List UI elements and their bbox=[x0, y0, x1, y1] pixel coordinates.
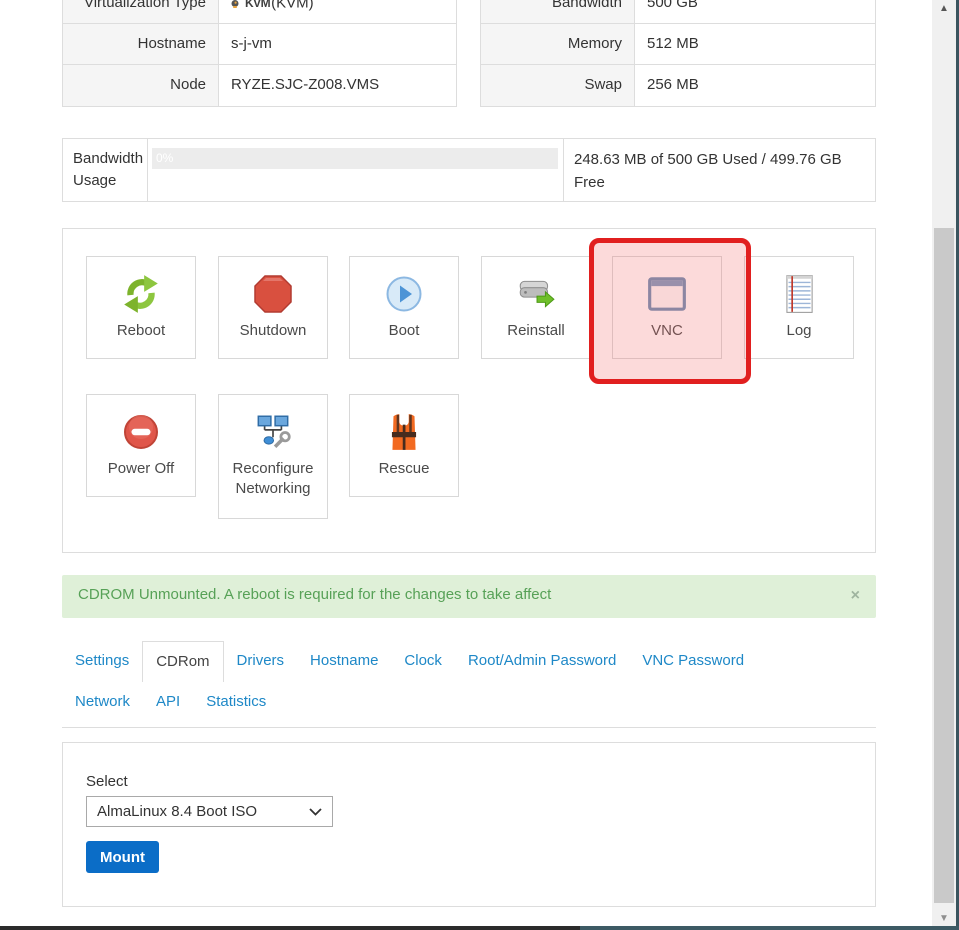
window-bottom-edge-right bbox=[580, 926, 959, 930]
iso-selected-value: AlmaLinux 8.4 Boot ISO bbox=[97, 803, 309, 820]
table-row: Node RYZE.SJC-Z008.VMS bbox=[63, 65, 456, 106]
row-value: 512 MB bbox=[635, 24, 711, 64]
log-icon bbox=[779, 272, 819, 316]
actions-panel: Reboot Shutdown Boot bbox=[62, 228, 876, 553]
reboot-button[interactable]: Reboot bbox=[86, 256, 196, 359]
action-label: Log bbox=[782, 321, 815, 341]
reinstall-icon bbox=[515, 272, 557, 316]
tab-hostname[interactable]: Hostname bbox=[297, 641, 391, 682]
kvm-logo-icon: KVM bbox=[231, 0, 270, 23]
row-label: Virtualization Type bbox=[63, 0, 219, 23]
table-row: Memory 512 MB bbox=[481, 24, 875, 65]
reboot-icon bbox=[120, 272, 162, 316]
reconfigure-networking-button[interactable]: Reconfigure Networking bbox=[218, 394, 328, 519]
scrollbar-thumb[interactable] bbox=[934, 228, 954, 903]
row-value: KVM(KVM) bbox=[219, 0, 326, 23]
table-row: Bandwidth 500 GB bbox=[481, 0, 875, 24]
row-value: s-j-vm bbox=[219, 24, 284, 64]
reconfigure-networking-icon bbox=[252, 410, 294, 454]
row-value: 500 GB bbox=[635, 0, 710, 23]
rescue-icon bbox=[384, 410, 424, 454]
action-label: Power Off bbox=[104, 459, 178, 479]
action-label: Boot bbox=[385, 321, 424, 341]
tab-network[interactable]: Network bbox=[62, 682, 143, 723]
tab-clock[interactable]: Clock bbox=[391, 641, 455, 682]
shutdown-icon bbox=[253, 272, 293, 316]
action-label: Rescue bbox=[375, 459, 434, 479]
alert-close-icon[interactable]: × bbox=[851, 586, 860, 606]
vertical-scrollbar[interactable]: ▲ ▼ bbox=[932, 0, 956, 926]
bandwidth-usage-detail: 248.63 MB of 500 GB Used / 499.76 GB Fre… bbox=[564, 139, 877, 201]
action-label: Shutdown bbox=[236, 321, 311, 341]
window-bottom-edge-left bbox=[0, 926, 580, 930]
power-off-icon bbox=[121, 410, 161, 454]
tab-vnc-password[interactable]: VNC Password bbox=[629, 641, 757, 682]
action-label: Reconfigure Networking bbox=[219, 459, 327, 499]
chevron-down-icon bbox=[309, 803, 322, 820]
table-row: Swap 256 MB bbox=[481, 65, 875, 106]
bandwidth-percent: 0% bbox=[152, 151, 173, 165]
vnc-button[interactable]: VNC bbox=[612, 256, 722, 359]
resources-info-table: Bandwidth 500 GB Memory 512 MB Swap 256 … bbox=[480, 0, 876, 107]
tab-row-2: Network API Statistics bbox=[62, 682, 876, 723]
table-row: Hostname s-j-vm bbox=[63, 24, 456, 65]
scrollbar-down-icon[interactable]: ▼ bbox=[932, 913, 956, 924]
settings-tabs: Settings CDRom Drivers Hostname Clock Ro… bbox=[62, 641, 876, 723]
scrollbar-up-icon[interactable]: ▲ bbox=[932, 3, 956, 14]
table-row: Virtualization Type KVM(KVM) bbox=[63, 0, 456, 24]
boot-button[interactable]: Boot bbox=[349, 256, 459, 359]
action-label: Reboot bbox=[113, 321, 169, 341]
mount-button[interactable]: Mount bbox=[86, 841, 159, 873]
row-label: Bandwidth bbox=[481, 0, 635, 23]
tab-row-1: Settings CDRom Drivers Hostname Clock Ro… bbox=[62, 641, 876, 682]
log-button[interactable]: Log bbox=[744, 256, 854, 359]
bandwidth-usage-panel: Bandwidth Usage 0% 248.63 MB of 500 GB U… bbox=[62, 138, 876, 202]
vnc-window-icon bbox=[646, 272, 688, 316]
tab-settings[interactable]: Settings bbox=[62, 641, 142, 682]
vps-control-panel: Virtualization Type KVM(KVM) Hostname s-… bbox=[0, 0, 959, 930]
tab-drivers[interactable]: Drivers bbox=[224, 641, 298, 682]
shutdown-button[interactable]: Shutdown bbox=[218, 256, 328, 359]
reinstall-button[interactable]: Reinstall bbox=[481, 256, 591, 359]
row-value: RYZE.SJC-Z008.VMS bbox=[219, 65, 391, 106]
tab-root-admin-password[interactable]: Root/Admin Password bbox=[455, 641, 629, 682]
alert-message: CDROM Unmounted. A reboot is required fo… bbox=[78, 586, 551, 603]
row-label: Swap bbox=[481, 65, 635, 106]
action-label: VNC bbox=[647, 321, 687, 341]
vm-info-table: Virtualization Type KVM(KVM) Hostname s-… bbox=[62, 0, 457, 107]
power-off-button[interactable]: Power Off bbox=[86, 394, 196, 497]
action-label: Reinstall bbox=[503, 321, 569, 341]
row-label: Node bbox=[63, 65, 219, 106]
cdrom-alert: CDROM Unmounted. A reboot is required fo… bbox=[62, 575, 876, 618]
iso-select[interactable]: AlmaLinux 8.4 Boot ISO bbox=[86, 796, 333, 827]
cdrom-tab-panel: Select AlmaLinux 8.4 Boot ISO Mount bbox=[62, 742, 876, 907]
tab-cdrom[interactable]: CDRom bbox=[142, 641, 223, 682]
row-label: Hostname bbox=[63, 24, 219, 64]
tab-api[interactable]: API bbox=[143, 682, 193, 723]
tabs-divider bbox=[62, 727, 876, 728]
row-label: Memory bbox=[481, 24, 635, 64]
tab-statistics[interactable]: Statistics bbox=[193, 682, 279, 723]
row-value: 256 MB bbox=[635, 65, 711, 106]
bandwidth-progress-bar: 0% bbox=[152, 148, 558, 169]
bandwidth-usage-label: Bandwidth Usage bbox=[63, 139, 148, 201]
rescue-button[interactable]: Rescue bbox=[349, 394, 459, 497]
boot-icon bbox=[384, 272, 424, 316]
bandwidth-progress-cell: 0% bbox=[148, 139, 564, 201]
iso-select-label: Select bbox=[86, 773, 128, 790]
